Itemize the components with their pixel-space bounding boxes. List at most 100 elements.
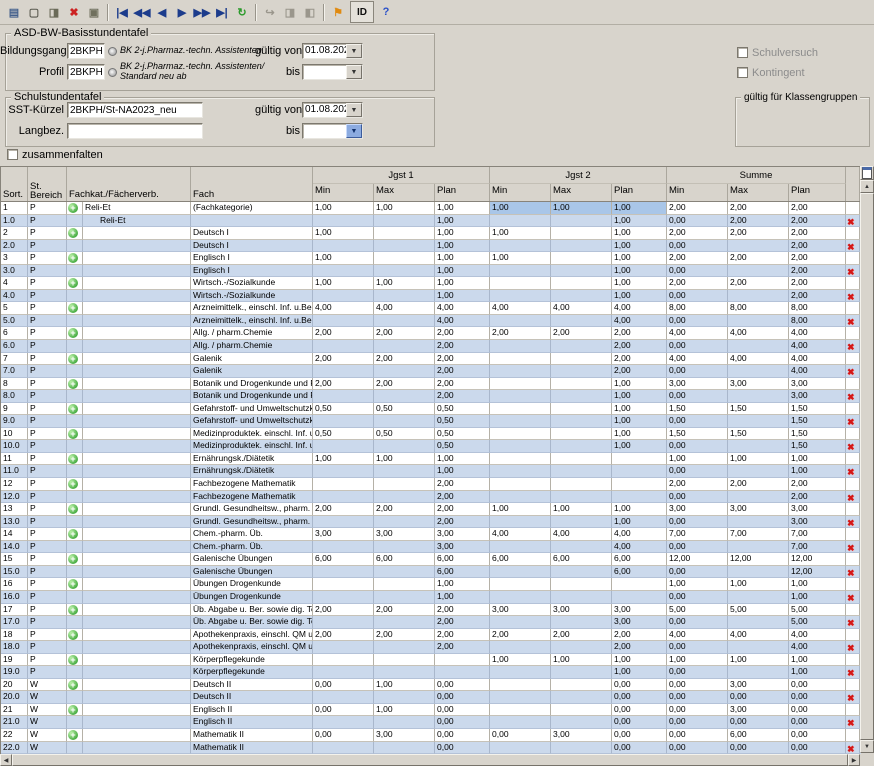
- cell-value[interactable]: [313, 491, 374, 504]
- cell-value[interactable]: [490, 478, 551, 491]
- cell-value[interactable]: 6,00: [435, 566, 490, 579]
- cell-value[interactable]: [612, 491, 667, 504]
- cell-value[interactable]: [728, 315, 789, 328]
- cell-value[interactable]: 8,00: [728, 302, 789, 315]
- cell-value[interactable]: 1,00: [789, 591, 846, 604]
- cell-value[interactable]: [313, 641, 374, 654]
- cell-value[interactable]: [728, 541, 789, 554]
- cell-value[interactable]: 2,00: [612, 353, 667, 366]
- table-row[interactable]: 3.0PEnglisch I1,001,000,002,00✖: [1, 265, 861, 278]
- table-row[interactable]: 2.0PDeutsch I1,001,000,002,00✖: [1, 240, 861, 253]
- cell-value[interactable]: [313, 465, 374, 478]
- cell-value[interactable]: [374, 566, 435, 579]
- cell-value[interactable]: 2,00: [435, 390, 490, 403]
- cell-value[interactable]: [313, 478, 374, 491]
- cell-value[interactable]: 2,00: [728, 202, 789, 215]
- cell-value[interactable]: 1,50: [789, 440, 846, 453]
- cell-value[interactable]: 4,00: [374, 302, 435, 315]
- cell-value[interactable]: [490, 491, 551, 504]
- cell-value[interactable]: [374, 591, 435, 604]
- cell-value[interactable]: 3,00: [667, 378, 728, 391]
- cell-value[interactable]: 2,00: [551, 327, 612, 340]
- save-button[interactable]: ▤: [4, 2, 24, 22]
- cell-value[interactable]: 2,00: [435, 378, 490, 391]
- cell-value[interactable]: [728, 265, 789, 278]
- cell-value[interactable]: [490, 641, 551, 654]
- cell-value[interactable]: [551, 679, 612, 692]
- cell-value[interactable]: 0,00: [612, 742, 667, 755]
- cell-value[interactable]: [551, 616, 612, 629]
- cell-value[interactable]: 0,00: [667, 541, 728, 554]
- cell-value[interactable]: [374, 440, 435, 453]
- cell-value[interactable]: [313, 566, 374, 579]
- cell-value[interactable]: 2,00: [667, 478, 728, 491]
- cell-value[interactable]: 1,00: [667, 654, 728, 667]
- cell-value[interactable]: 4,00: [789, 629, 846, 642]
- delete-row-icon[interactable]: ✖: [847, 217, 855, 227]
- cell-value[interactable]: [490, 378, 551, 391]
- cell-value[interactable]: 0,50: [435, 440, 490, 453]
- cell-value[interactable]: [551, 704, 612, 717]
- cell-value[interactable]: 1,00: [612, 290, 667, 303]
- cell-value[interactable]: 0,00: [728, 716, 789, 729]
- cell-value[interactable]: 3,00: [374, 528, 435, 541]
- delete-row-icon[interactable]: ✖: [847, 367, 855, 377]
- cell-value[interactable]: 0,00: [612, 679, 667, 692]
- cell-value[interactable]: 7,00: [728, 528, 789, 541]
- cell-value[interactable]: 6,00: [612, 553, 667, 566]
- cell-value[interactable]: [490, 742, 551, 755]
- table-row[interactable]: 7P+Galenik2,002,002,002,004,004,004,00: [1, 353, 861, 366]
- cell-value[interactable]: 1,00: [313, 227, 374, 240]
- cell-value[interactable]: 0,00: [435, 691, 490, 704]
- cell-value[interactable]: 2,00: [728, 478, 789, 491]
- cell-value[interactable]: 4,00: [789, 641, 846, 654]
- table-row[interactable]: 5.0PArzneimittelk., einschl. Inf. u.Ber.…: [1, 315, 861, 328]
- cell-value[interactable]: [313, 742, 374, 755]
- cell-value[interactable]: [374, 465, 435, 478]
- cell-value[interactable]: [374, 340, 435, 353]
- cell-value[interactable]: 0,00: [667, 390, 728, 403]
- cell-value[interactable]: 3,00: [728, 704, 789, 717]
- cell-value[interactable]: 4,00: [551, 528, 612, 541]
- cell-value[interactable]: 6,00: [551, 553, 612, 566]
- cell-value[interactable]: 2,00: [789, 478, 846, 491]
- cell-value[interactable]: 1,00: [490, 503, 551, 516]
- table-row[interactable]: 15.0PGalenische Übungen6,006,000,0012,00…: [1, 566, 861, 579]
- profil-lookup-icon[interactable]: [108, 68, 117, 77]
- cell-value[interactable]: 1,00: [435, 227, 490, 240]
- table-row[interactable]: 12.0PFachbezogene Mathematik2,000,002,00…: [1, 491, 861, 504]
- cell-value[interactable]: 1,00: [313, 202, 374, 215]
- cell-value[interactable]: [490, 403, 551, 416]
- delete-row-icon[interactable]: ✖: [847, 392, 855, 402]
- add-subject-icon[interactable]: +: [68, 203, 78, 213]
- cell-value[interactable]: 0,00: [789, 742, 846, 755]
- cell-value[interactable]: [374, 578, 435, 591]
- cell-value[interactable]: 0,00: [789, 679, 846, 692]
- help-button[interactable]: ?: [376, 2, 396, 22]
- delete-row-icon[interactable]: ✖: [847, 744, 855, 754]
- cell-value[interactable]: 1,00: [789, 578, 846, 591]
- cell-value[interactable]: 2,00: [551, 629, 612, 642]
- cell-value[interactable]: [313, 340, 374, 353]
- cell-value[interactable]: 2,00: [313, 604, 374, 617]
- cell-value[interactable]: 2,00: [435, 327, 490, 340]
- cell-value[interactable]: 2,00: [667, 277, 728, 290]
- table-row[interactable]: 5P+Arzneimittelk., einschl. Inf. u.Ber..…: [1, 302, 861, 315]
- cell-value[interactable]: 1,00: [667, 578, 728, 591]
- cell-value[interactable]: [313, 390, 374, 403]
- cell-value[interactable]: 3,00: [612, 616, 667, 629]
- cell-value[interactable]: [374, 491, 435, 504]
- cell-value[interactable]: 0,00: [728, 691, 789, 704]
- cell-value[interactable]: 2,00: [313, 353, 374, 366]
- table-row[interactable]: 9P+Gefahrstoff- und Umweltschutzku...0,5…: [1, 403, 861, 416]
- cell-value[interactable]: 1,00: [612, 265, 667, 278]
- add-subject-icon[interactable]: +: [68, 454, 78, 464]
- cell-value[interactable]: 4,00: [313, 302, 374, 315]
- cell-value[interactable]: [374, 616, 435, 629]
- cell-value[interactable]: 1,00: [435, 215, 490, 228]
- cell-value[interactable]: 0,00: [667, 666, 728, 679]
- cell-value[interactable]: 1,50: [667, 403, 728, 416]
- cell-value[interactable]: [374, 365, 435, 378]
- cell-value[interactable]: 0,00: [667, 365, 728, 378]
- cell-value[interactable]: 0,00: [435, 679, 490, 692]
